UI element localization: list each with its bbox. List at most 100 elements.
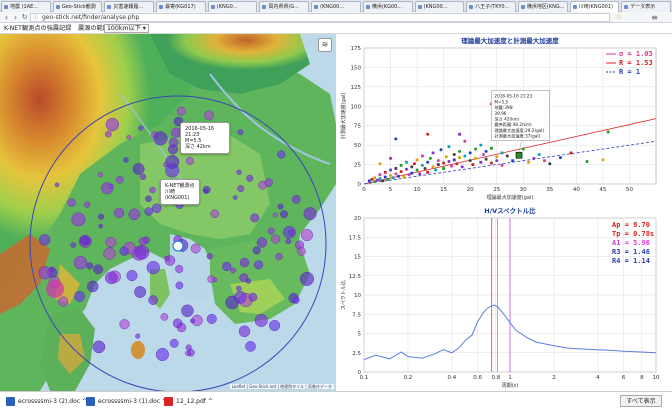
data-point[interactable]	[412, 162, 416, 166]
data-point[interactable]	[606, 130, 610, 134]
quake-marker[interactable]	[267, 227, 275, 235]
quake-marker[interactable]	[272, 212, 278, 218]
data-point[interactable]	[558, 156, 562, 160]
tab-10[interactable]: 横浜地区(KNG...	[517, 1, 568, 12]
data-point[interactable]	[458, 149, 462, 153]
hv-spectrum-chart[interactable]: 0.1 0.2 0.4 0.6 0.8 1 2 4 6 8 1002.557.51012.51517…	[336, 204, 672, 391]
data-point[interactable]	[452, 152, 456, 156]
data-point[interactable]	[490, 146, 493, 150]
data-point[interactable]	[436, 159, 440, 163]
quake-marker[interactable]	[39, 234, 51, 246]
tab-4[interactable]: (KNG0...	[207, 1, 258, 12]
data-point[interactable]	[386, 177, 390, 181]
quake-marker[interactable]	[175, 281, 184, 290]
selected-point[interactable]	[515, 151, 523, 159]
quake-marker[interactable]	[144, 207, 153, 216]
data-point[interactable]	[375, 178, 379, 182]
data-point[interactable]	[500, 151, 504, 155]
quake-marker[interactable]	[230, 267, 237, 274]
quake-marker[interactable]	[70, 242, 77, 248]
quake-marker[interactable]	[275, 253, 283, 261]
quake-marker[interactable]	[105, 117, 119, 132]
quake-marker[interactable]	[169, 338, 179, 348]
data-point[interactable]	[495, 155, 499, 159]
quake-marker[interactable]	[181, 304, 194, 317]
data-point[interactable]	[394, 167, 398, 170]
tab-7[interactable]: 横浜(KG00...	[362, 1, 413, 12]
tab-0[interactable]: 地震 (1AE...	[1, 1, 51, 12]
data-point[interactable]	[378, 162, 382, 166]
quake-marker[interactable]	[168, 137, 179, 148]
quake-marker[interactable]	[160, 313, 169, 321]
quake-marker[interactable]	[135, 245, 150, 260]
download-item[interactable]: ecrossssmi-3 (2).doc ^	[4, 395, 87, 408]
data-point[interactable]	[389, 173, 393, 177]
quake-marker[interactable]	[116, 176, 124, 184]
quake-marker[interactable]	[139, 173, 147, 180]
quake-marker[interactable]	[92, 340, 106, 354]
quake-marker[interactable]	[132, 162, 145, 175]
quake-marker[interactable]	[148, 295, 158, 305]
data-point[interactable]	[569, 151, 573, 155]
data-point[interactable]	[511, 159, 515, 163]
quake-marker[interactable]	[277, 203, 284, 210]
quake-marker[interactable]	[98, 223, 103, 229]
quake-marker[interactable]	[119, 246, 129, 256]
data-point[interactable]	[397, 174, 401, 178]
quake-marker[interactable]	[86, 262, 94, 270]
data-point[interactable]	[378, 173, 382, 177]
quake-marker[interactable]	[165, 155, 180, 169]
data-point[interactable]	[426, 160, 430, 164]
quake-marker[interactable]	[297, 247, 306, 256]
quake-marker[interactable]	[237, 185, 245, 193]
quake-marker[interactable]	[210, 209, 219, 218]
quake-marker[interactable]	[126, 270, 138, 282]
tab-6[interactable]: (KNG00...	[311, 1, 361, 12]
data-point[interactable]	[473, 147, 477, 151]
data-point[interactable]	[418, 172, 422, 176]
quake-marker[interactable]	[264, 178, 273, 187]
quake-marker[interactable]	[145, 195, 152, 203]
quake-marker[interactable]	[164, 255, 170, 261]
layers-icon[interactable]: ≋	[318, 38, 332, 52]
data-point[interactable]	[452, 158, 456, 162]
quake-marker[interactable]	[105, 236, 117, 248]
data-point[interactable]	[444, 155, 448, 159]
quake-marker[interactable]	[108, 183, 114, 190]
quake-marker[interactable]	[153, 131, 168, 146]
quake-marker[interactable]	[128, 208, 141, 221]
info-icon[interactable]: ⓘ	[33, 15, 39, 21]
data-point[interactable]	[407, 173, 411, 177]
data-point[interactable]	[479, 143, 483, 147]
quake-marker[interactable]	[84, 201, 91, 208]
data-point[interactable]	[410, 171, 414, 175]
data-point[interactable]	[378, 177, 382, 181]
data-point[interactable]	[399, 163, 403, 167]
data-point[interactable]	[415, 158, 419, 162]
quake-marker[interactable]	[149, 186, 156, 194]
quake-marker[interactable]	[252, 246, 261, 255]
quake-marker[interactable]	[175, 264, 184, 273]
quake-marker[interactable]	[250, 213, 260, 223]
forward-icon[interactable]: ›	[11, 13, 20, 22]
data-point[interactable]	[450, 164, 454, 168]
data-point[interactable]	[423, 166, 427, 170]
quake-marker[interactable]	[151, 203, 162, 213]
data-point[interactable]	[421, 154, 424, 158]
quake-marker[interactable]	[271, 234, 281, 244]
quake-marker[interactable]	[277, 150, 286, 159]
data-point[interactable]	[460, 165, 464, 169]
data-point[interactable]	[543, 159, 546, 163]
data-point[interactable]	[537, 152, 541, 156]
data-point[interactable]	[389, 168, 392, 172]
data-point[interactable]	[585, 159, 589, 163]
quake-marker[interactable]	[256, 237, 268, 248]
show-all-button[interactable]: すべて表示	[620, 395, 662, 407]
data-point[interactable]	[420, 163, 424, 167]
quake-marker[interactable]	[54, 182, 60, 188]
quake-marker[interactable]	[105, 271, 118, 285]
quake-marker[interactable]	[204, 110, 215, 121]
data-point[interactable]	[479, 160, 483, 164]
data-point[interactable]	[463, 139, 467, 143]
quake-marker[interactable]	[146, 261, 160, 275]
